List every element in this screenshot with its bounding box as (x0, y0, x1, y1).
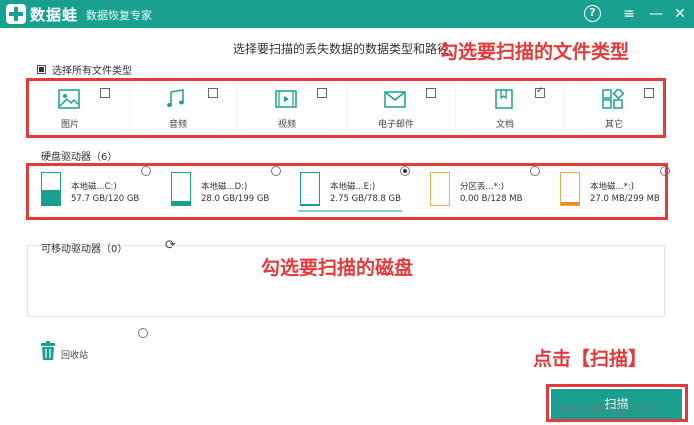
watermark: @稀土掘金技术社区 (556, 402, 665, 416)
radio-icon[interactable] (138, 328, 148, 338)
annotation-file-types: 勾选要扫描的文件类型 (439, 41, 630, 63)
annotation-scan: 点击【扫描】 (533, 348, 648, 370)
title-bar: 数据蛙 数据恢复专家 ? ≡ — ✕ (0, 0, 694, 28)
menu-icon[interactable]: ≡ (619, 4, 639, 24)
app-subtitle: 数据恢复专家 (86, 9, 152, 22)
close-icon[interactable]: ✕ (670, 4, 690, 24)
hard-drives-label: 硬盘驱动器（6） (41, 152, 118, 163)
app-name: 数据蛙 (30, 6, 79, 24)
refresh-icon[interactable]: ⟳ (165, 238, 176, 253)
removable-drives-label: 可移动驱动器（0） (41, 244, 128, 255)
highlight-file-types (26, 78, 666, 138)
select-all-checkbox[interactable] (37, 65, 46, 74)
app-logo-icon (6, 4, 26, 24)
select-all-label: 选择所有文件类型 (52, 66, 132, 77)
recycle-bin-label[interactable]: 回收站 (61, 348, 88, 361)
select-all-file-types[interactable]: 选择所有文件类型 (37, 62, 132, 77)
highlight-disks (26, 163, 668, 220)
help-icon[interactable]: ? (584, 5, 601, 22)
page-title: 选择要扫描的丢失数据的数据类型和路径 (233, 42, 450, 56)
trash-icon[interactable] (38, 341, 58, 361)
annotation-disks: 勾选要扫描的磁盘 (261, 257, 414, 279)
minimize-icon[interactable]: — (646, 4, 666, 24)
